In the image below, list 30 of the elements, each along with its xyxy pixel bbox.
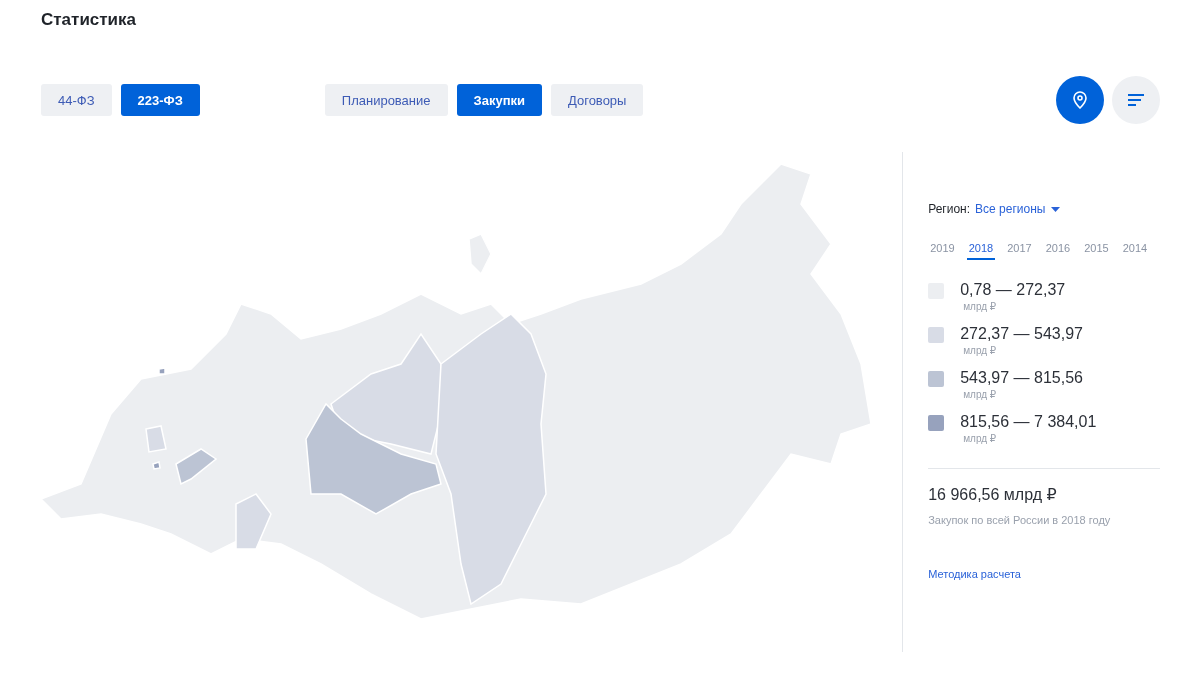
location-pin-icon [1073,91,1087,109]
year-tab[interactable]: 2017 [1005,242,1034,260]
total-caption: Закупок по всей России в 2018 году [928,514,1112,526]
legend-range: 815,56 — 7 384,01 [960,412,1097,432]
caret-icon [1051,206,1061,212]
list-view-button[interactable] [1112,76,1160,124]
stage-tab[interactable]: Закупки [456,84,542,116]
stage-tab[interactable]: Планирование [324,84,448,116]
year-tab[interactable]: 2016 [1043,242,1073,260]
map-view-button[interactable] [1056,76,1104,124]
legend-range: 272,37 — 543,97 [960,324,1083,344]
region-dropdown[interactable]: Все регионы [975,202,1061,216]
year-tab[interactable]: 2015 [1082,242,1111,260]
legend-unit: млрд ₽ [962,388,998,402]
legend-unit: млрд ₽ [962,344,998,358]
year-tab[interactable]: 2019 [928,242,957,260]
legend-unit: млрд ₽ [962,300,998,314]
methodology-link[interactable]: Методика расчета [928,568,1021,580]
legend-range: 0,78 — 272,37 [960,280,1066,300]
year-tab[interactable]: 2018 [966,242,996,260]
legend-unit: млрд ₽ [962,432,998,446]
law-tab[interactable]: 223-ФЗ [120,84,200,116]
page-title: Статистика [41,9,138,31]
legend-range: 543,97 — 815,56 [960,368,1083,388]
region-label: Регион: [928,202,971,216]
year-tab[interactable]: 2014 [1120,242,1150,260]
lines-icon [1128,94,1144,106]
law-tab[interactable]: 44-ФЗ [41,84,112,116]
total-amount: 16 966,56 млрд ₽ [928,468,1160,504]
stage-tab[interactable]: Договоры [551,84,644,116]
